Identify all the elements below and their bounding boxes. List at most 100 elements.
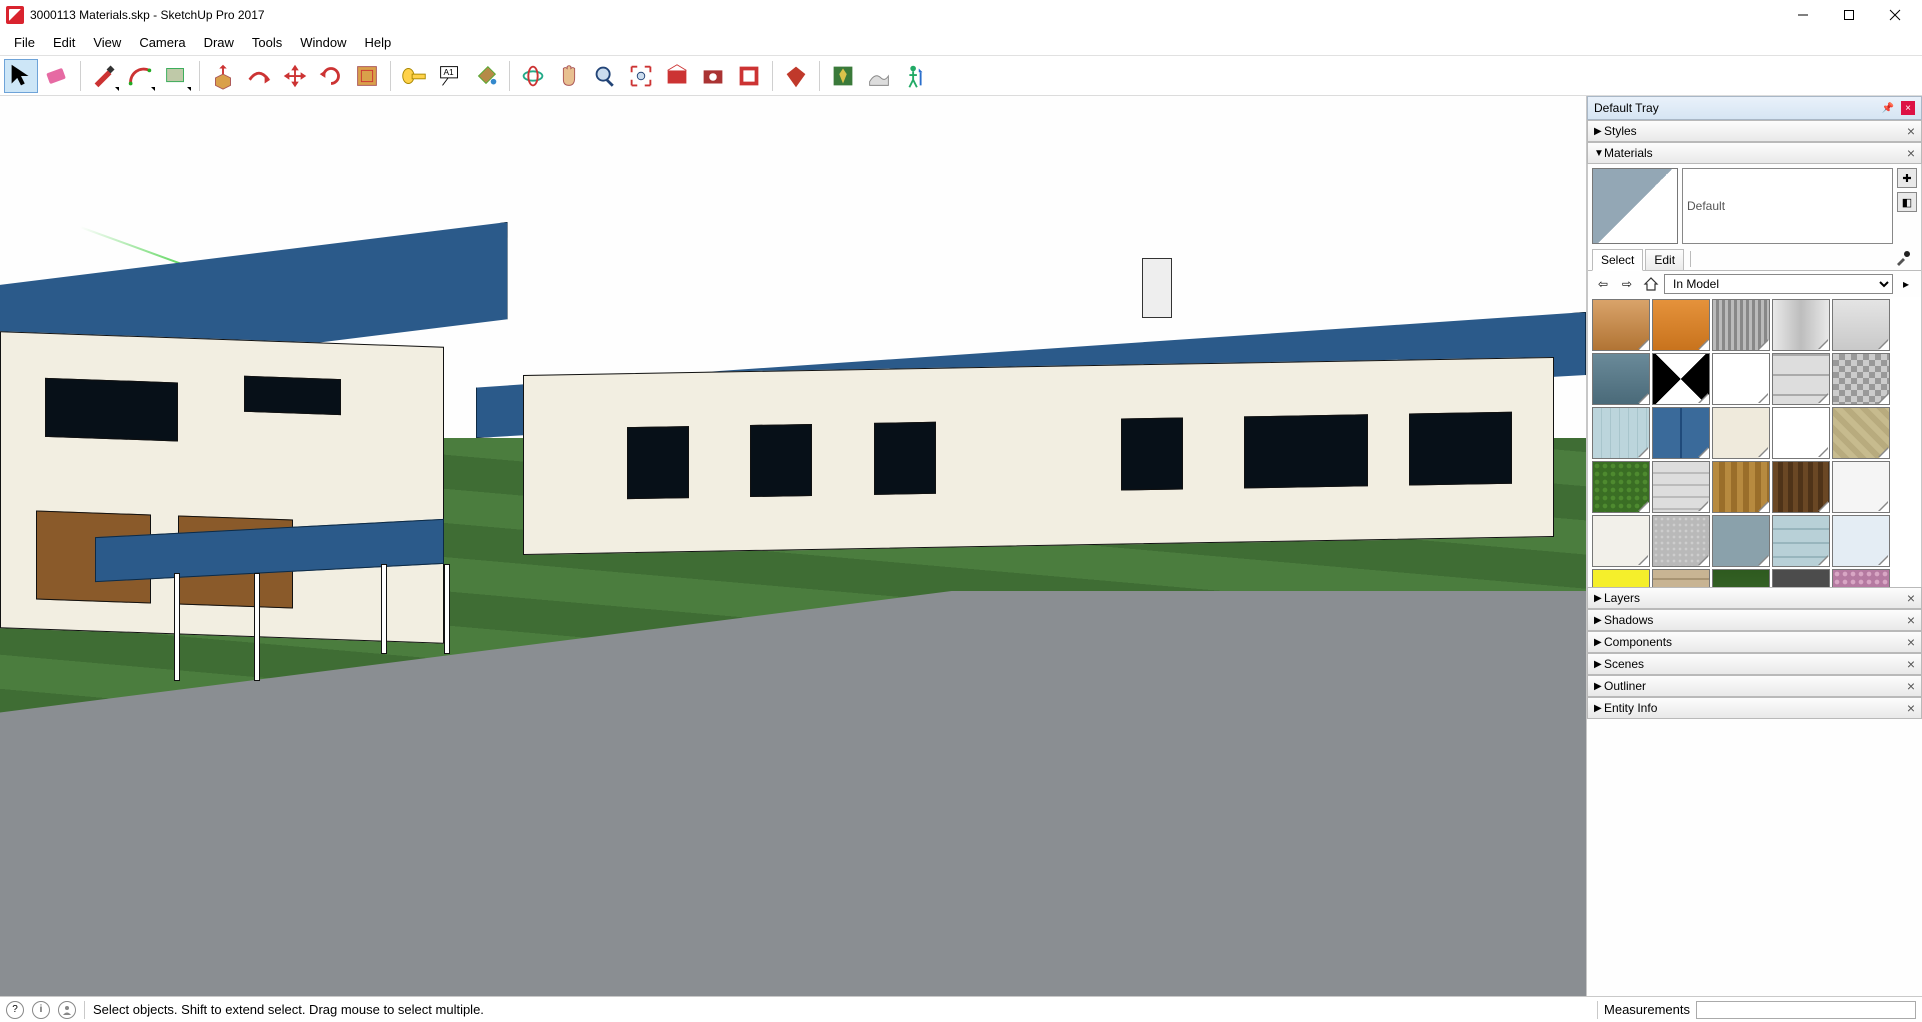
set-default-material-icon[interactable]: ◧	[1897, 192, 1917, 212]
warehouse-3d-tool[interactable]	[660, 59, 694, 93]
pushpull-tool[interactable]	[206, 59, 240, 93]
panel-scenes-header[interactable]: ▶Scenes×	[1587, 653, 1922, 675]
swatch-tile-small[interactable]	[1652, 461, 1710, 513]
swatch-x-cross[interactable]	[1652, 353, 1710, 405]
zoom-extents-tool[interactable]	[624, 59, 658, 93]
select-tool[interactable]	[4, 59, 38, 93]
swatch-grass-green[interactable]	[1592, 461, 1650, 513]
menu-draw[interactable]: Draw	[196, 33, 242, 52]
scale-offset-tool[interactable]	[350, 59, 384, 93]
swatch-glass-block[interactable]	[1772, 515, 1830, 567]
menu-help[interactable]: Help	[357, 33, 400, 52]
close-icon[interactable]: ×	[1907, 123, 1915, 139]
move-tool[interactable]	[278, 59, 312, 93]
3d-viewport[interactable]	[0, 96, 1586, 996]
panel-outliner-header[interactable]: ▶Outliner×	[1587, 675, 1922, 697]
close-icon[interactable]: ×	[1907, 145, 1915, 161]
swatch-wood-light[interactable]	[1592, 299, 1650, 351]
info-icon[interactable]: i	[32, 1001, 50, 1019]
close-tray-icon[interactable]: ×	[1901, 101, 1915, 115]
layout-tool[interactable]	[732, 59, 766, 93]
swatch-wood-plank[interactable]	[1712, 461, 1770, 513]
menu-window[interactable]: Window	[292, 33, 354, 52]
minimize-button[interactable]	[1780, 0, 1826, 30]
menu-edit[interactable]: Edit	[45, 33, 83, 52]
material-name-input[interactable]	[1682, 168, 1893, 244]
menu-camera[interactable]: Camera	[131, 33, 193, 52]
followme-tool[interactable]	[242, 59, 276, 93]
details-menu-icon[interactable]: ▸	[1895, 274, 1917, 294]
pan-hand-tool[interactable]	[552, 59, 586, 93]
maximize-button[interactable]	[1826, 0, 1872, 30]
rotate-tool[interactable]	[314, 59, 348, 93]
swatch-wood-dark[interactable]	[1772, 461, 1830, 513]
menu-file[interactable]: File	[6, 33, 43, 52]
help-icon[interactable]: ?	[6, 1001, 24, 1019]
close-icon[interactable]: ×	[1907, 612, 1915, 628]
swatch-pattern-diamond[interactable]	[1832, 353, 1890, 405]
home-icon[interactable]	[1640, 274, 1662, 294]
eyedropper-icon[interactable]	[1889, 250, 1917, 269]
close-icon[interactable]: ×	[1907, 656, 1915, 672]
menu-tools[interactable]: Tools	[244, 33, 290, 52]
tray-titlebar[interactable]: Default Tray 📌 ×	[1587, 96, 1922, 120]
swatch-panel-blue[interactable]	[1652, 407, 1710, 459]
swatch-grass-dark[interactable]	[1712, 569, 1770, 587]
geo-location-tool[interactable]	[826, 59, 860, 93]
toggle-terrain-tool[interactable]	[862, 59, 896, 93]
swatch-siding-lightblue[interactable]	[1592, 407, 1650, 459]
panel-components-header[interactable]: ▶Components×	[1587, 631, 1922, 653]
swatch-plain-offwhite[interactable]	[1592, 515, 1650, 567]
panel-shadows-header[interactable]: ▶Shadows×	[1587, 609, 1922, 631]
swatch-grid-brown[interactable]	[1652, 569, 1710, 587]
text-label-tool[interactable]: A1	[433, 59, 467, 93]
close-icon[interactable]: ×	[1907, 634, 1915, 650]
swatch-canvas-cream[interactable]	[1712, 407, 1770, 459]
pin-icon[interactable]: 📌	[1879, 103, 1897, 114]
create-material-icon[interactable]: ✚	[1897, 168, 1917, 188]
measurements-input[interactable]	[1696, 1001, 1916, 1019]
panel-layers-header[interactable]: ▶Layers×	[1587, 587, 1922, 609]
swatch-yellow-solid[interactable]	[1592, 569, 1650, 587]
swatch-slate-blue[interactable]	[1712, 515, 1770, 567]
pencil-draw-tool[interactable]	[87, 59, 121, 93]
swatch-fabric-blue[interactable]	[1592, 353, 1650, 405]
ruby-extensions-tool[interactable]	[779, 59, 813, 93]
arc-tool[interactable]	[123, 59, 157, 93]
menu-view[interactable]: View	[85, 33, 129, 52]
swatch-metal-silver[interactable]	[1772, 299, 1830, 351]
zoom-tool[interactable]	[588, 59, 622, 93]
swatch-asphalt[interactable]	[1772, 569, 1830, 587]
swatch-stripe-gray[interactable]	[1712, 299, 1770, 351]
panel-materials-header[interactable]: ▼ Materials ×	[1587, 142, 1922, 164]
nav-back-icon[interactable]: ⇦	[1592, 274, 1614, 294]
close-icon[interactable]: ×	[1907, 700, 1915, 716]
swatch-tile-cross[interactable]	[1772, 353, 1830, 405]
user-signin-icon[interactable]	[58, 1001, 76, 1019]
close-icon[interactable]: ×	[1907, 678, 1915, 694]
panel-styles-header[interactable]: ▶ Styles ×	[1587, 120, 1922, 142]
swatch-concrete[interactable]	[1652, 515, 1710, 567]
swatch-plain-white[interactable]	[1832, 461, 1890, 513]
swatch-ornament-black[interactable]	[1772, 407, 1830, 459]
swatch-stone-tan[interactable]	[1832, 407, 1890, 459]
swatch-metal-brushed[interactable]	[1832, 299, 1890, 351]
panel-entity-info-header[interactable]: ▶Entity Info×	[1587, 697, 1922, 719]
swatch-pebble-pink[interactable]	[1832, 569, 1890, 587]
walk-figure-tool[interactable]	[898, 59, 932, 93]
close-icon[interactable]: ×	[1907, 590, 1915, 606]
shapes-rect-tool[interactable]	[159, 59, 193, 93]
material-preview-swatch[interactable]	[1592, 168, 1678, 244]
extension-warehouse-tool[interactable]	[696, 59, 730, 93]
tape-measure-tool[interactable]	[397, 59, 431, 93]
nav-forward-icon[interactable]: ⇨	[1616, 274, 1638, 294]
tab-edit[interactable]: Edit	[1645, 249, 1684, 270]
orbit-tool[interactable]	[516, 59, 550, 93]
material-collection-select[interactable]: In Model	[1664, 274, 1893, 294]
swatch-frame-square[interactable]	[1712, 353, 1770, 405]
eraser-tool[interactable]	[40, 59, 74, 93]
swatch-wood-orange[interactable]	[1652, 299, 1710, 351]
tab-select[interactable]: Select	[1592, 249, 1643, 271]
close-button[interactable]	[1872, 0, 1918, 30]
paint-bucket-tool[interactable]	[469, 59, 503, 93]
